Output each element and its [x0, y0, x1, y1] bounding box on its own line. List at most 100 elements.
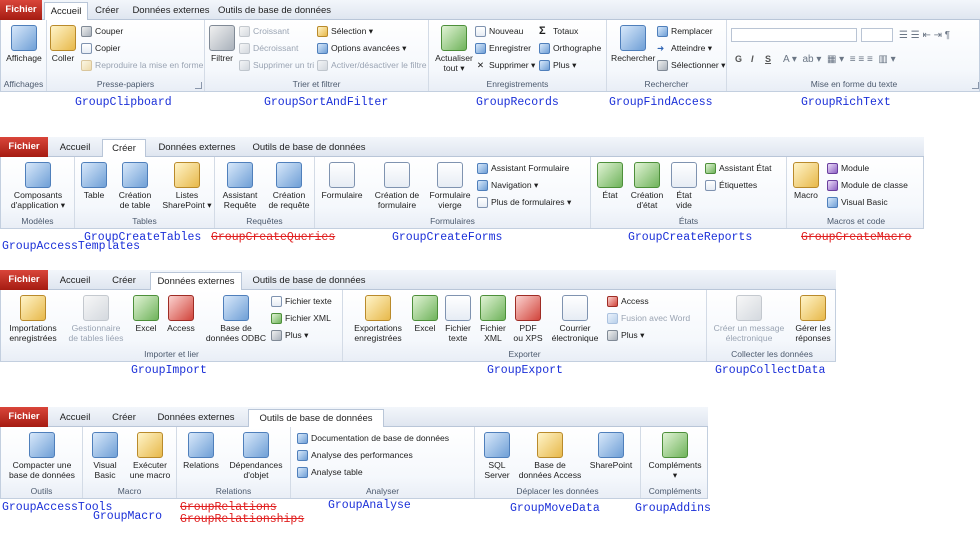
goto-dropdown[interactable]: ➜ Atteindre ▾: [657, 41, 712, 56]
form-wizard-button[interactable]: Assistant Formulaire: [477, 161, 569, 176]
import-more-dropdown[interactable]: Plus ▾: [271, 328, 308, 343]
export-access-button[interactable]: Access: [607, 294, 649, 309]
labels-button[interactable]: Étiquettes: [705, 178, 757, 193]
relationships-button[interactable]: Relations: [181, 432, 221, 470]
tab-creer[interactable]: Créer: [102, 139, 146, 158]
list-buttons[interactable]: ☰ ☰ ⇤ ⇥ ¶: [899, 28, 950, 43]
export-excel-button[interactable]: Excel: [409, 295, 441, 333]
report-design-button[interactable]: Création d'état: [627, 162, 667, 210]
bold-button[interactable]: G: [735, 54, 742, 64]
tab-outils-bdd[interactable]: Outils de base de données: [250, 272, 368, 290]
saved-imports-button[interactable]: Importations enregistrées: [3, 295, 63, 343]
tab-fichier[interactable]: Fichier: [0, 137, 48, 157]
form-design-button[interactable]: Création de formulaire: [369, 162, 425, 210]
tab-donnees-externes[interactable]: Données externes: [150, 272, 242, 291]
delete-record-dropdown[interactable]: ✕ Supprimer ▾: [475, 58, 535, 73]
tab-donnees-externes[interactable]: Données externes: [150, 409, 242, 427]
refresh-all-button[interactable]: Actualiser tout ▾: [433, 25, 475, 73]
report-button[interactable]: État: [593, 162, 627, 200]
totals-button[interactable]: Σ Totaux: [539, 24, 578, 39]
color-buttons[interactable]: A ▾ ab ▾ ▦ ▾ ≡ ≡ ≡ ▥ ▾: [783, 52, 896, 67]
navigation-dropdown[interactable]: Navigation ▾: [477, 178, 538, 193]
saved-exports-button[interactable]: Exportations enregistrées: [347, 295, 409, 343]
tab-fichier[interactable]: Fichier: [0, 0, 42, 20]
blank-report-button[interactable]: État vide: [669, 162, 699, 210]
form-button[interactable]: Formulaire: [319, 162, 365, 200]
create-email-button[interactable]: Créer un message électronique: [709, 295, 789, 343]
visual-basic-button[interactable]: Visual Basic: [87, 432, 123, 480]
font-name-field[interactable]: [731, 28, 857, 42]
filter-button[interactable]: Filtrer: [207, 25, 237, 63]
class-module-button[interactable]: Module de classe: [827, 178, 908, 193]
select-dropdown[interactable]: Sélectionner ▾: [657, 58, 725, 73]
paste-button[interactable]: Coller: [49, 25, 77, 63]
tab-creer[interactable]: Créer: [104, 272, 144, 290]
sort-desc-button[interactable]: Décroissant: [239, 41, 298, 56]
dialog-launcher-icon[interactable]: [195, 82, 202, 89]
object-dependencies-button[interactable]: Dépendances d'objet: [225, 432, 287, 480]
replace-button[interactable]: Remplacer: [657, 24, 713, 39]
visual-basic-button[interactable]: Visual Basic: [827, 195, 888, 210]
table-design-button[interactable]: Création de table: [111, 162, 159, 210]
import-text-button[interactable]: Fichier texte: [271, 294, 332, 309]
tab-outils-bdd[interactable]: Outils de base de données: [250, 139, 368, 157]
blank-form-button[interactable]: Formulaire vierge: [427, 162, 473, 210]
tab-fichier[interactable]: Fichier: [0, 407, 48, 427]
manage-replies-button[interactable]: Gérer les réponses: [791, 295, 835, 343]
font-size-field[interactable]: [861, 28, 893, 42]
query-wizard-button[interactable]: Assistant Requête: [217, 162, 263, 210]
tab-donnees-externes[interactable]: Données externes: [152, 139, 242, 157]
import-access-button[interactable]: Access: [163, 295, 199, 333]
tab-creer[interactable]: Créer: [92, 2, 122, 20]
email-button[interactable]: Courrier électronique: [547, 295, 603, 343]
more-records-dropdown[interactable]: Plus ▾: [539, 58, 576, 73]
cut-button[interactable]: Couper: [81, 24, 123, 39]
import-excel-button[interactable]: Excel: [129, 295, 163, 333]
run-macro-button[interactable]: Exécuter une macro: [125, 432, 175, 480]
tab-accueil[interactable]: Accueil: [52, 139, 98, 157]
format-painter-button[interactable]: Reproduire la mise en forme: [81, 58, 203, 73]
export-more-dropdown[interactable]: Plus ▾: [607, 328, 644, 343]
sharepoint-button[interactable]: SharePoint: [585, 432, 637, 470]
app-parts-dropdown[interactable]: Composants d'application ▾: [3, 162, 73, 210]
tab-fichier[interactable]: Fichier: [0, 270, 48, 290]
export-text-button[interactable]: Fichier texte: [441, 295, 475, 343]
toggle-filter-button[interactable]: Activer/désactiver le filtre: [317, 58, 427, 73]
word-merge-button[interactable]: Fusion avec Word: [607, 311, 690, 326]
export-pdf-button[interactable]: PDF ou XPS: [511, 295, 545, 343]
tab-creer[interactable]: Créer: [104, 409, 144, 427]
tab-outils-bdd[interactable]: Outils de base de données: [218, 2, 331, 20]
tab-donnees-externes[interactable]: Données externes: [128, 2, 214, 20]
tab-accueil[interactable]: Accueil: [52, 409, 98, 427]
linked-table-manager-button[interactable]: Gestionnaire de tables liées: [65, 295, 127, 343]
dialog-launcher-icon[interactable]: [972, 82, 979, 89]
addins-dropdown[interactable]: Compléments ▾: [643, 432, 707, 480]
macro-button[interactable]: Macro: [789, 162, 823, 200]
more-forms-dropdown[interactable]: Plus de formulaires ▾: [477, 195, 571, 210]
copy-button[interactable]: Copier: [81, 41, 120, 56]
find-button[interactable]: Rechercher: [611, 25, 655, 63]
compact-db-button[interactable]: Compacter une base de données: [3, 432, 81, 480]
selection-dropdown[interactable]: Sélection ▾: [317, 24, 373, 39]
performance-analyzer-button[interactable]: Analyse des performances: [297, 448, 413, 463]
save-record-button[interactable]: Enregistrer: [475, 41, 531, 56]
sharepoint-lists-dropdown[interactable]: Listes SharePoint ▾: [161, 162, 213, 210]
remove-sort-button[interactable]: Supprimer un tri: [239, 58, 314, 73]
tab-accueil[interactable]: Accueil: [44, 2, 88, 21]
tab-outils-bdd[interactable]: Outils de base de données: [248, 409, 384, 428]
table-button[interactable]: Table: [79, 162, 109, 200]
underline-button[interactable]: S: [765, 54, 771, 64]
table-analyzer-button[interactable]: Analyse table: [297, 465, 363, 480]
access-db-button[interactable]: Base de données Access: [517, 432, 583, 480]
module-button[interactable]: Module: [827, 161, 869, 176]
db-documenter-button[interactable]: Documentation de base de données: [297, 431, 449, 446]
query-design-button[interactable]: Création de requête: [265, 162, 313, 210]
spelling-button[interactable]: Orthographe: [539, 41, 601, 56]
sort-asc-button[interactable]: Croissant: [239, 24, 289, 39]
advanced-options-dropdown[interactable]: Options avancées ▾: [317, 41, 407, 56]
tab-accueil[interactable]: Accueil: [52, 272, 98, 290]
import-xml-button[interactable]: Fichier XML: [271, 311, 331, 326]
view-button[interactable]: Affichage: [5, 25, 43, 63]
odbc-button[interactable]: Base de données ODBC: [205, 295, 267, 343]
sql-server-button[interactable]: SQL Server: [479, 432, 515, 480]
